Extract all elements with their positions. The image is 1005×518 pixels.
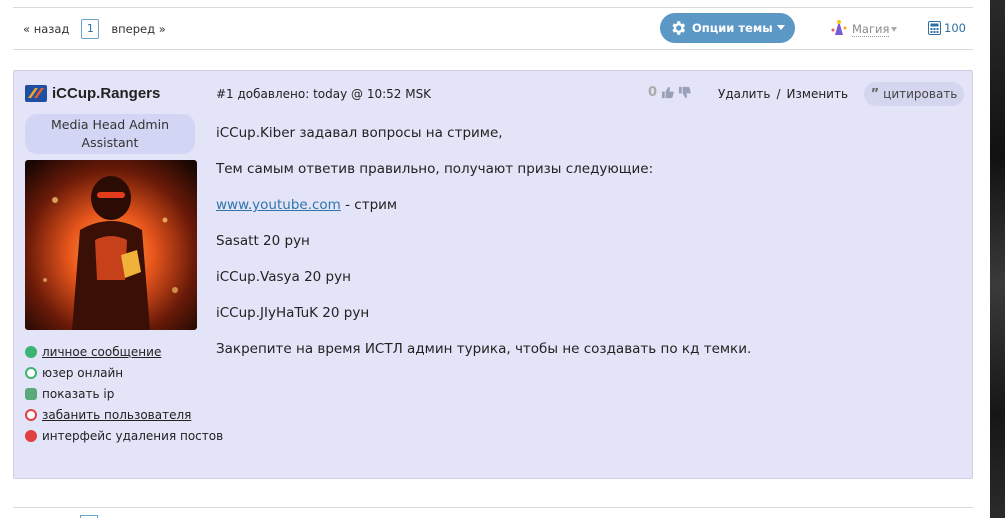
post-rating: 0 [648,85,691,100]
online-icon [25,366,37,379]
youtube-link[interactable]: www.youtube.com [216,197,341,213]
message-icon [25,345,37,358]
calculator-icon [928,21,941,35]
post-count: 100 [944,21,966,35]
post-line: iCCup.JIyHaTuK 20 рун [216,305,370,321]
user-link-ban[interactable]: забанить пользователя [25,404,223,425]
delete-post-link[interactable]: Удалить [718,87,771,101]
post-line: iCCup.Kiber задавал вопросы на стриме, [216,125,503,141]
delete-posts-icon [25,429,37,442]
iccup-logo-icon [25,85,47,102]
chevron-down-icon [891,26,898,32]
post-line: Закрепите на время ИСТЛ админ турика, чт… [216,341,752,357]
user-link-delete-posts[interactable]: интерфейс удаления постов [25,425,223,446]
post-line: iCCup.Vasya 20 рун [216,269,351,285]
post-line: Sasatt 20 рун [216,233,310,249]
avatar[interactable] [25,160,197,330]
thread-options-label: Опции темы [692,21,773,35]
post-line-link: www.youtube.com - стрим [216,197,398,213]
post-author[interactable]: iCCup.Rangers [25,85,160,102]
chevron-down-icon [777,25,785,30]
user-rank-badge: Media Head Admin Assistant [25,114,195,154]
thread-options-button[interactable]: Опции темы [660,13,795,43]
background-strip [990,0,1005,518]
avatar-image [25,160,197,330]
bottom-divider [13,507,973,508]
top-toolbar: « назад 1 вперед » Опции темы Магия 100 [13,7,973,50]
user-link-show-ip[interactable]: показать ip [25,383,223,404]
ban-icon [25,408,37,421]
post-line: Тем самым ответив правильно, получают пр… [216,161,654,177]
post-actions: Удалить / Изменить [718,87,848,101]
current-page[interactable]: 1 [81,19,100,39]
post-counter[interactable]: 100 [928,21,966,35]
post-body: iCCup.Kiber задавал вопросы на стриме, Т… [216,123,936,375]
prev-page-link[interactable]: « назад [23,22,69,36]
quote-icon: ” [870,86,880,102]
forum-post: iCCup.Rangers Media Head Admin Assistant [13,70,973,479]
rank-line-2: Assistant [81,135,139,150]
user-link-online: юзер онлайн [25,362,223,383]
thumbs-down-icon[interactable] [678,86,691,99]
quote-label: цитировать [883,87,958,101]
pagination: « назад 1 вперед » [23,19,166,39]
ip-icon [25,387,37,400]
user-actions-list: личное сообщение юзер онлайн показать ip… [25,341,223,446]
magic-label: Магия [852,21,890,37]
magic-wand-icon [831,20,847,35]
rank-line-1: Media Head Admin [50,117,169,132]
user-link-message[interactable]: личное сообщение [25,341,223,362]
gear-icon [672,21,686,35]
actions-separator: / [776,87,781,101]
vote-count: 0 [648,85,658,100]
thumbs-up-icon[interactable] [661,86,674,99]
edit-post-link[interactable]: Изменить [787,87,849,101]
magic-menu[interactable]: Магия [829,19,898,39]
post-meta: #1 добавлено: today @ 10:52 MSK [216,87,432,101]
quote-button[interactable]: ” цитировать [864,82,964,106]
author-name[interactable]: iCCup.Rangers [52,85,160,102]
next-page-link[interactable]: вперед » [111,22,165,36]
